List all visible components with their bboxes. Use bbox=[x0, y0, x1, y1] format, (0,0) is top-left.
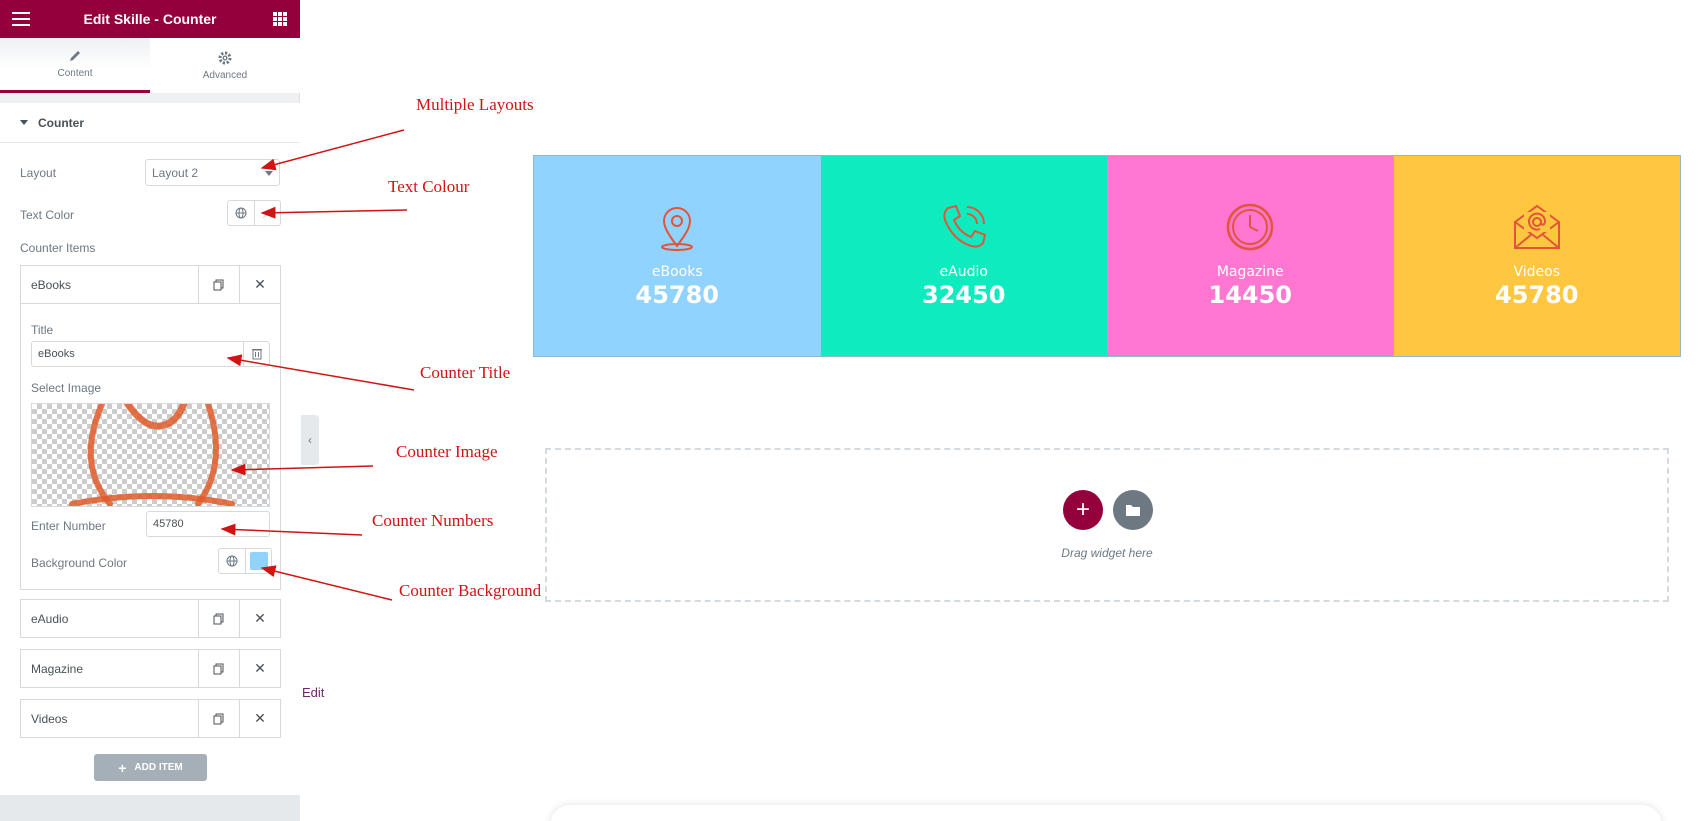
duplicate-icon[interactable] bbox=[198, 650, 239, 687]
folder-icon bbox=[1126, 505, 1140, 516]
number-label: Enter Number bbox=[31, 519, 106, 533]
phone-icon bbox=[943, 204, 986, 248]
repeater-item-body: Title eBooks Select Image Enter Number 4… bbox=[20, 304, 281, 590]
page-section-card bbox=[550, 805, 1662, 821]
title-label: Title bbox=[31, 323, 54, 337]
controls-panel: Counter Layout Layout 2 Text Color Count… bbox=[0, 103, 300, 795]
counter-box: eBooks 45780 bbox=[534, 156, 821, 356]
chevron-down-icon bbox=[265, 171, 273, 176]
repeater-item[interactable]: Videos ✕ bbox=[20, 699, 281, 738]
tab-content[interactable]: Content bbox=[0, 38, 150, 93]
close-icon[interactable]: ✕ bbox=[239, 650, 280, 687]
text-color-label: Text Color bbox=[20, 208, 75, 222]
title-input[interactable]: eBooks bbox=[31, 341, 270, 367]
pencil-icon bbox=[70, 51, 80, 61]
dynamic-tags-icon[interactable] bbox=[243, 342, 269, 366]
duplicate-icon[interactable] bbox=[198, 600, 239, 637]
text-color-control bbox=[227, 200, 281, 226]
location-pin-preview-icon bbox=[69, 404, 235, 506]
hamburger-menu-icon[interactable] bbox=[12, 12, 30, 26]
edit-link[interactable]: Edit bbox=[302, 685, 324, 700]
editor-tabs: Content Advanced bbox=[0, 38, 300, 93]
repeater-item-title: eBooks bbox=[31, 278, 72, 292]
counter-number: 45780 bbox=[635, 281, 720, 309]
dropzone-text: Drag widget here bbox=[1061, 546, 1153, 560]
close-icon[interactable]: ✕ bbox=[239, 600, 280, 637]
section-counter-toggle[interactable]: Counter bbox=[0, 103, 300, 143]
counter-number: 14450 bbox=[1208, 281, 1293, 309]
add-template-button[interactable] bbox=[1113, 490, 1153, 530]
number-input[interactable]: 45780 bbox=[146, 511, 270, 537]
color-picker-swatch[interactable] bbox=[254, 201, 280, 225]
counter-number: 32450 bbox=[922, 281, 1006, 309]
annotation-counter-numbers: Counter Numbers bbox=[372, 511, 494, 530]
globe-icon[interactable] bbox=[228, 201, 254, 225]
select-image-label: Select Image bbox=[31, 381, 102, 395]
counter-title: eAudio bbox=[939, 264, 988, 280]
repeater-item[interactable]: eAudio ✕ bbox=[20, 599, 281, 638]
annotation-counter-image: Counter Image bbox=[396, 442, 498, 461]
tab-advanced-label: Advanced bbox=[202, 69, 248, 81]
title-input-value: eBooks bbox=[38, 348, 75, 360]
bg-color-swatch[interactable] bbox=[245, 549, 271, 573]
add-item-label: ADD ITEM bbox=[134, 762, 183, 773]
duplicate-icon[interactable] bbox=[198, 700, 239, 737]
counter-box: Magazine 14450 bbox=[1107, 156, 1394, 356]
widget-dropzone[interactable]: + Drag widget here bbox=[545, 448, 1669, 602]
layout-label: Layout bbox=[20, 166, 57, 180]
image-picker[interactable] bbox=[31, 403, 270, 507]
tab-advanced[interactable]: Advanced bbox=[150, 38, 300, 93]
counter-widget[interactable]: eBooks 45780 eAudio 32450 Magazine 14450 bbox=[533, 155, 1681, 357]
section-title: Counter bbox=[38, 115, 84, 130]
bg-color-swatch-fill bbox=[249, 552, 268, 570]
clock-icon bbox=[1227, 203, 1274, 251]
add-section-button[interactable]: + bbox=[1063, 490, 1103, 530]
counter-number: 45780 bbox=[1495, 281, 1579, 309]
tab-content-label: Content bbox=[57, 68, 93, 79]
counter-box: eAudio 32450 bbox=[820, 156, 1107, 356]
widgets-grid-icon[interactable] bbox=[273, 12, 287, 26]
layout-value: Layout 2 bbox=[152, 166, 199, 180]
repeater-item-title: eAudio bbox=[31, 612, 69, 626]
repeater-item-title: Videos bbox=[31, 712, 68, 726]
editor-sidebar: Edit Skille - Counter Content Advanced C… bbox=[0, 0, 300, 821]
duplicate-icon[interactable] bbox=[198, 266, 239, 303]
counter-title: Magazine bbox=[1216, 264, 1284, 280]
annotation-counter-background: Counter Background bbox=[399, 581, 542, 600]
gear-icon bbox=[218, 51, 232, 64]
counter-title: eBooks bbox=[651, 264, 703, 280]
close-icon[interactable]: ✕ bbox=[239, 266, 280, 303]
counter-items-label: Counter Items bbox=[20, 241, 96, 255]
bg-color-label: Background Color bbox=[31, 556, 128, 570]
location-pin-icon bbox=[661, 207, 694, 251]
repeater-item[interactable]: Magazine ✕ bbox=[20, 649, 281, 688]
collapse-panel-handle[interactable]: ‹ bbox=[301, 415, 319, 465]
number-input-value: 45780 bbox=[153, 518, 184, 530]
editor-header: Edit Skille - Counter bbox=[0, 0, 300, 38]
add-item-button[interactable]: + ADD ITEM bbox=[94, 754, 207, 781]
counter-title: Videos bbox=[1513, 264, 1561, 280]
panel-footer bbox=[0, 795, 300, 821]
caret-down-icon bbox=[20, 120, 28, 125]
annotation-text-colour: Text Colour bbox=[388, 177, 470, 196]
envelope-icon bbox=[1513, 204, 1560, 249]
plus-icon: + bbox=[118, 759, 127, 776]
annotation-layouts: Multiple Layouts bbox=[416, 95, 534, 114]
layout-select[interactable]: Layout 2 bbox=[145, 159, 280, 186]
editor-title: Edit Skille - Counter bbox=[83, 11, 217, 27]
globe-icon[interactable] bbox=[219, 549, 245, 573]
repeater-item-title: Magazine bbox=[31, 662, 84, 676]
annotation-counter-title: Counter Title bbox=[420, 363, 511, 382]
counter-box: Videos 45780 bbox=[1393, 156, 1680, 356]
close-icon[interactable]: ✕ bbox=[239, 700, 280, 737]
bg-color-control bbox=[218, 548, 272, 574]
repeater-item[interactable]: eBooks ✕ bbox=[20, 265, 281, 304]
